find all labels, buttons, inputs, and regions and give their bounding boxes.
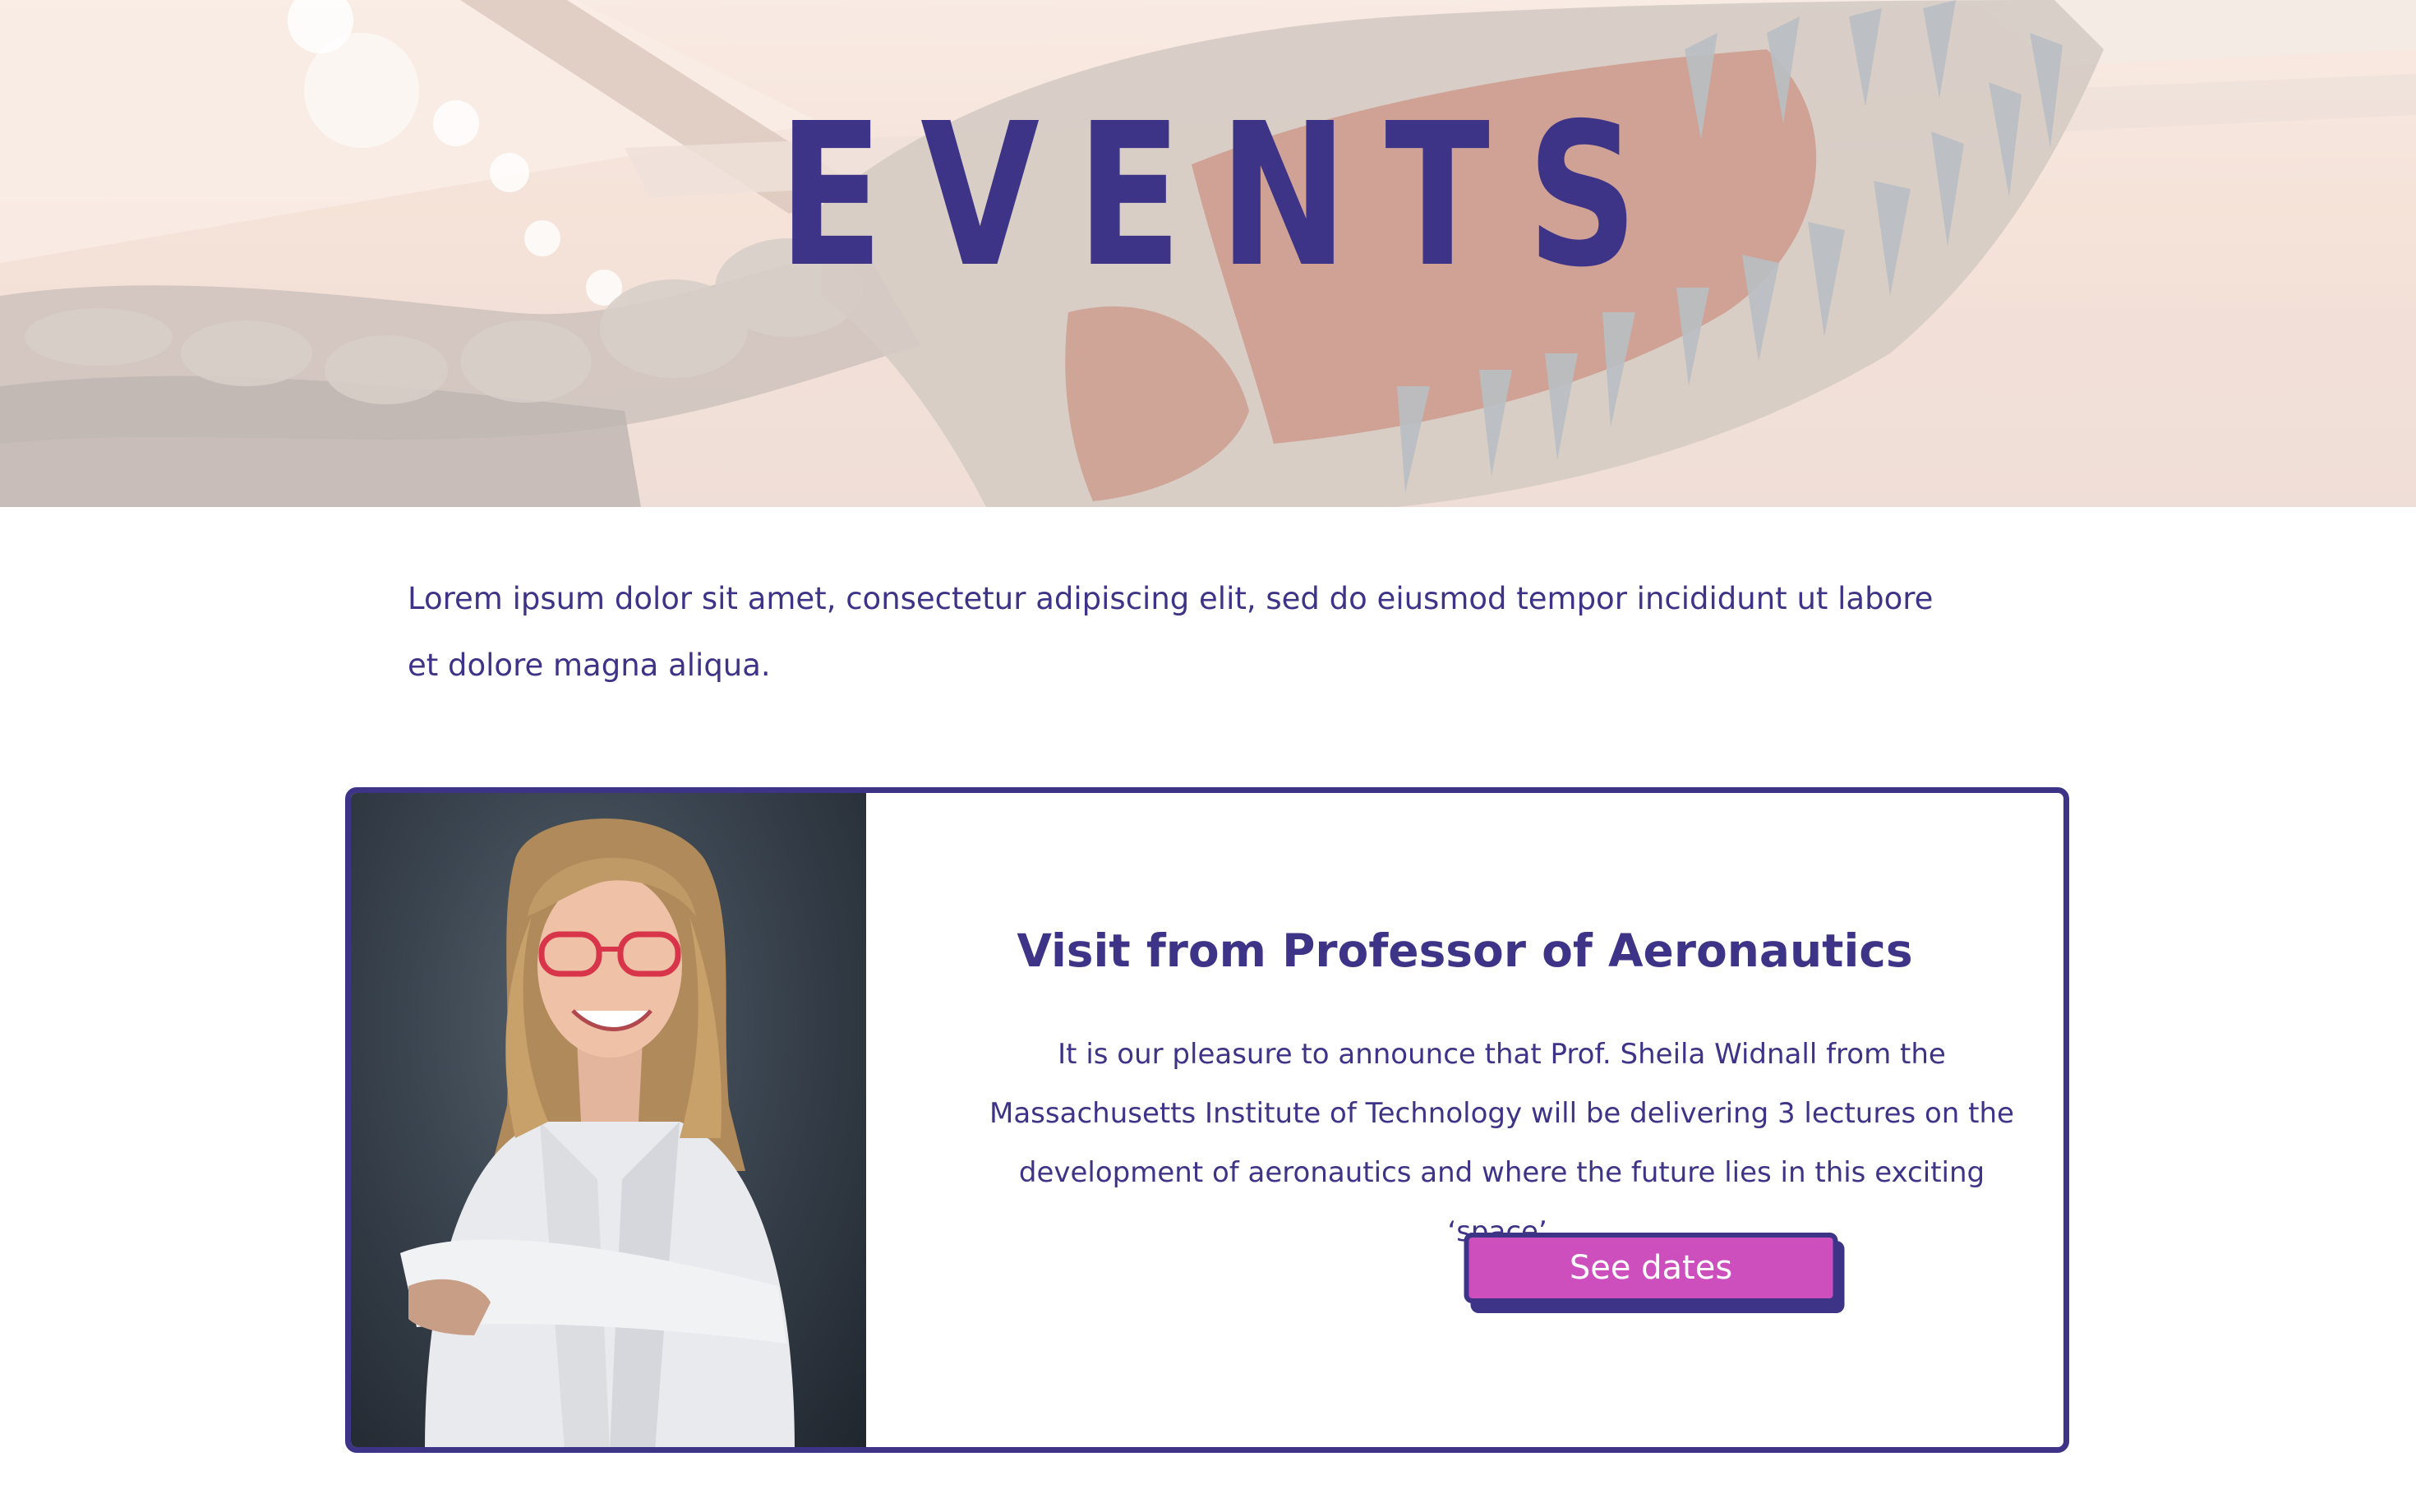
see-dates-button[interactable]: See dates bbox=[1464, 1233, 1838, 1303]
event-title: Visit from Professor of Aeronautics bbox=[1017, 924, 1913, 977]
event-card: Visit from Professor of Aeronautics It i… bbox=[345, 787, 2069, 1453]
event-description: It is our pleasure to announce that Prof… bbox=[989, 1038, 2014, 1248]
intro-paragraph: Lorem ipsum dolor sit amet, consectetur … bbox=[408, 581, 1934, 683]
professor-portrait-image bbox=[351, 793, 866, 1447]
see-dates-button-wrapper: See dates bbox=[1464, 1233, 1847, 1315]
event-card-content: Visit from Professor of Aeronautics It i… bbox=[866, 793, 2063, 1447]
page-title: EVENTS bbox=[777, 81, 1676, 311]
hero-banner: EVENTS bbox=[0, 0, 2416, 507]
